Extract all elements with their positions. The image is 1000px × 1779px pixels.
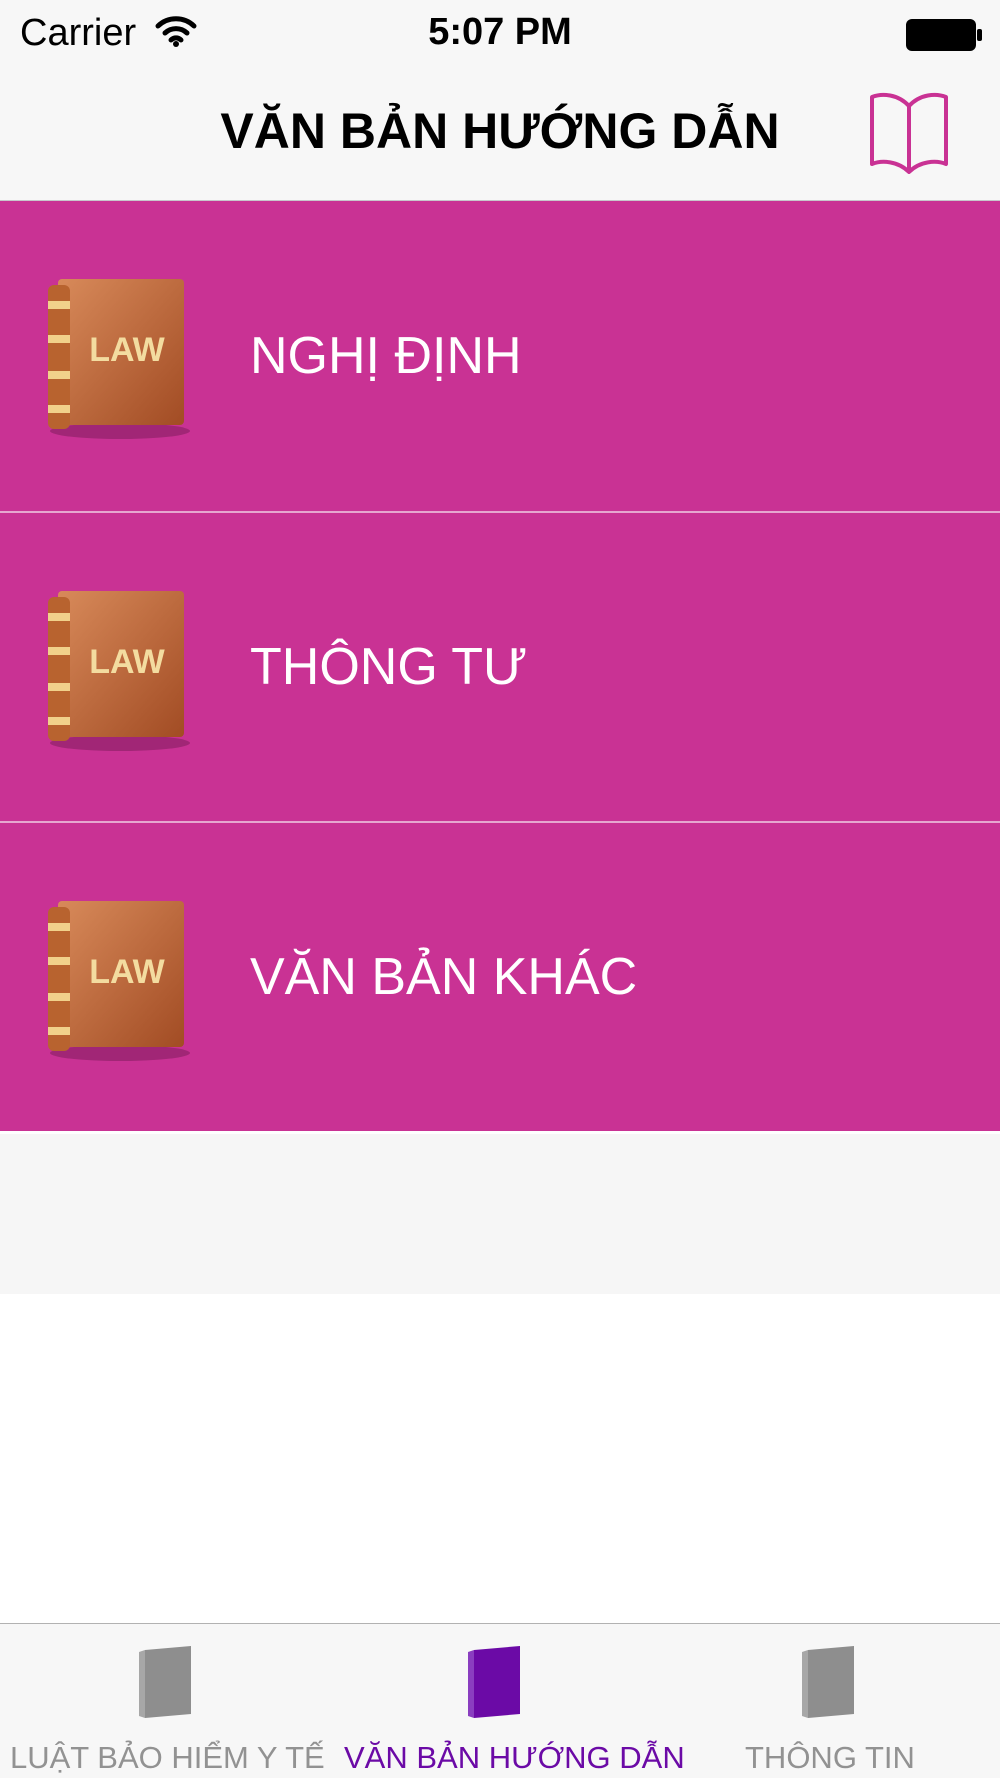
document-category-list: LAW NGHỊ ĐỊNH LAW THÔNG TƯ LAW VĂN BẢN K… xyxy=(0,201,1000,1131)
list-item-label: THÔNG TƯ xyxy=(250,638,528,696)
tab-thong-tin[interactable]: THÔNG TIN xyxy=(670,1624,1000,1779)
tab-label: LUẬT BẢO HIỂM Y TẾ xyxy=(10,1740,325,1775)
list-footer xyxy=(0,1134,1000,1294)
book-icon xyxy=(139,1646,191,1718)
law-book-icon: LAW xyxy=(48,591,190,751)
list-item-thong-tu[interactable]: LAW THÔNG TƯ xyxy=(0,511,1000,821)
book-icon xyxy=(468,1646,520,1718)
status-bar: Carrier 5:07 PM xyxy=(0,0,1000,66)
svg-text:LAW: LAW xyxy=(89,331,165,369)
tab-label: VĂN BẢN HƯỚNG DẪN xyxy=(344,1740,685,1775)
book-icon xyxy=(802,1646,854,1718)
list-item-label: NGHỊ ĐỊNH xyxy=(250,327,522,385)
page-title: VĂN BẢN HƯỚNG DẪN xyxy=(220,103,780,159)
law-book-icon: LAW xyxy=(48,279,190,439)
tab-bar: LUẬT BẢO HIỂM Y TẾ VĂN BẢN HƯỚNG DẪN THÔ… xyxy=(0,1623,1000,1778)
svg-text:LAW: LAW xyxy=(89,953,165,991)
battery-icon xyxy=(906,19,982,51)
law-book-icon: LAW xyxy=(48,901,190,1061)
list-item-nghi-dinh[interactable]: LAW NGHỊ ĐỊNH xyxy=(0,201,1000,511)
tab-luat-bao-hiem-y-te[interactable]: LUẬT BẢO HIỂM Y TẾ xyxy=(0,1624,330,1779)
tab-van-ban-huong-dan[interactable]: VĂN BẢN HƯỚNG DẪN xyxy=(330,1624,685,1779)
navigation-bar: VĂN BẢN HƯỚNG DẪN xyxy=(0,66,1000,201)
open-book-icon[interactable] xyxy=(868,88,950,174)
list-item-label: VĂN BẢN KHÁC xyxy=(250,948,638,1006)
status-time: 5:07 PM xyxy=(428,11,572,53)
tab-label: THÔNG TIN xyxy=(745,1740,915,1775)
svg-text:LAW: LAW xyxy=(89,643,165,681)
list-item-van-ban-khac[interactable]: LAW VĂN BẢN KHÁC xyxy=(0,821,1000,1131)
